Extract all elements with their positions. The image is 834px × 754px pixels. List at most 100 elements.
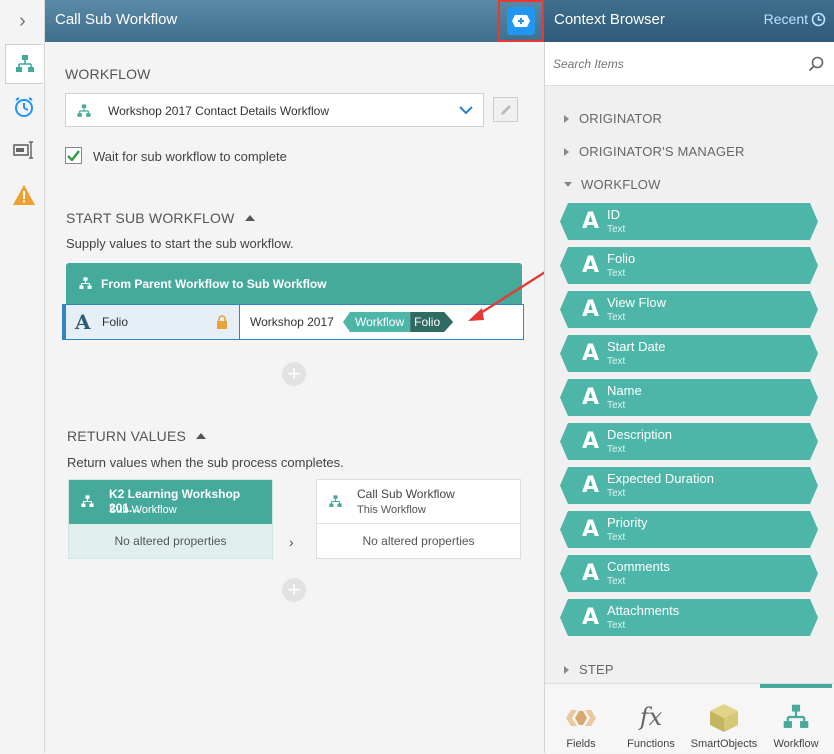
token-field: Folio: [410, 312, 453, 332]
workflow-tree-icon: [329, 495, 342, 507]
plus-icon: +: [287, 577, 301, 602]
item-type: Text: [607, 356, 626, 367]
text-type-icon: A: [582, 429, 600, 454]
expand-chevron-icon[interactable]: ›: [0, 0, 45, 42]
context-item-folio[interactable]: A Folio Text: [560, 247, 818, 284]
search-input[interactable]: [553, 52, 798, 76]
add-mapping-button[interactable]: +: [282, 362, 306, 386]
text-type-icon: A: [582, 209, 600, 234]
context-item-attachments[interactable]: A Attachments Text: [560, 599, 818, 636]
item-name: Expected Duration: [607, 471, 714, 486]
wait-checkbox[interactable]: [65, 147, 82, 164]
recent-label: Recent: [763, 11, 808, 27]
chevron-right-icon: ›: [289, 534, 294, 550]
collapse-up-icon: [196, 433, 207, 439]
tab-fields[interactable]: Fields: [545, 684, 617, 754]
section-originator[interactable]: ORIGINATOR: [564, 111, 662, 126]
text-type-icon: A: [582, 341, 600, 366]
function-icon: fx: [639, 703, 663, 731]
item-name: Comments: [607, 559, 670, 574]
folio-token[interactable]: Workflow Folio: [343, 312, 453, 332]
item-type: Text: [607, 312, 626, 323]
section-label: ORIGINATOR'S MANAGER: [579, 144, 745, 159]
return-values-section[interactable]: RETURN VALUES: [67, 428, 207, 444]
tab-label: Fields: [566, 738, 596, 750]
return-card-header: K2 Learning Workshop 201... Sub Workflow: [69, 480, 272, 524]
return-values-label: RETURN VALUES: [67, 428, 187, 444]
workflow-tree-icon: [783, 704, 809, 728]
context-item-name[interactable]: A Name Text: [560, 379, 818, 416]
mapping-row: A Folio Workshop 2017 Workflow Folio: [62, 304, 524, 340]
token-source: Workflow: [343, 312, 411, 332]
checkmark-icon: [67, 150, 80, 161]
timer-icon[interactable]: [5, 87, 43, 127]
text-type-icon: A: [582, 561, 600, 586]
add-return-value-button[interactable]: +: [282, 578, 306, 602]
item-type: Text: [607, 400, 626, 411]
section-workflow[interactable]: WORKFLOW: [564, 177, 661, 192]
start-sub-desc: Supply values to start the sub workflow.: [66, 236, 294, 251]
item-type: Text: [607, 576, 626, 587]
workflow-select[interactable]: Workshop 2017 Contact Details Workflow: [65, 93, 484, 127]
tab-label: Functions: [627, 738, 675, 750]
text-type-icon: A: [582, 385, 600, 410]
chevron-down-icon: [459, 106, 473, 115]
context-item-priority[interactable]: A Priority Text: [560, 511, 818, 548]
context-item-view-flow[interactable]: A View Flow Text: [560, 291, 818, 328]
warning-icon[interactable]: [5, 175, 43, 215]
return-card-body: No altered properties: [362, 534, 475, 548]
text-type-icon: A: [582, 605, 600, 630]
left-rail: ›: [0, 0, 45, 753]
context-browser-header: Context Browser Recent: [544, 0, 834, 42]
tab-label: Workflow: [773, 738, 819, 750]
text-type-icon: A: [582, 297, 600, 322]
item-name: Start Date: [607, 339, 666, 354]
form-field-icon[interactable]: [5, 130, 43, 170]
context-item-description[interactable]: A Description Text: [560, 423, 818, 460]
context-browser-tabs: Fields fx Functions SmartObjects Workflo…: [545, 683, 834, 753]
context-item-expected-duration[interactable]: A Expected Duration Text: [560, 467, 818, 504]
mapping-card-header: From Parent Workflow to Sub Workflow: [66, 263, 522, 304]
collapse-up-icon: [244, 215, 255, 221]
plus-icon: +: [287, 361, 301, 386]
expand-right-icon: [564, 665, 569, 674]
tab-workflow[interactable]: Workflow: [760, 684, 832, 754]
smartobject-cube-icon: [710, 704, 738, 732]
add-context-icon: [507, 7, 535, 35]
context-browser-title: Context Browser: [554, 11, 665, 28]
item-type: Text: [607, 224, 626, 235]
tab-functions[interactable]: fx Functions: [615, 684, 687, 754]
context-item-comments[interactable]: A Comments Text: [560, 555, 818, 592]
edit-workflow-button[interactable]: [493, 97, 518, 122]
start-sub-section[interactable]: START SUB WORKFLOW: [66, 210, 255, 226]
text-type-icon: A: [75, 310, 91, 334]
pencil-icon: [500, 104, 511, 115]
clock-icon: [811, 12, 826, 26]
workflow-tree-icon: [79, 277, 92, 289]
section-label: ORIGINATOR: [579, 111, 663, 126]
text-type-icon: A: [582, 517, 600, 542]
return-card-this-workflow[interactable]: Call Sub Workflow This Workflow No alter…: [316, 479, 521, 559]
mapping-card-title: From Parent Workflow to Sub Workflow: [101, 277, 327, 291]
section-originators-manager[interactable]: ORIGINATOR'S MANAGER: [564, 144, 745, 159]
workflow-section-label: WORKFLOW: [65, 66, 151, 82]
item-type: Text: [607, 444, 626, 455]
workflow-tree-icon[interactable]: [5, 44, 43, 84]
toggle-context-browser-button[interactable]: [498, 0, 544, 42]
section-step[interactable]: STEP: [564, 662, 614, 677]
return-values-desc: Return values when the sub process compl…: [67, 455, 344, 470]
section-label: WORKFLOW: [581, 177, 661, 192]
tab-smartobjects[interactable]: SmartObjects: [688, 684, 760, 754]
context-item-start-date[interactable]: A Start Date Text: [560, 335, 818, 372]
item-name: Description: [607, 427, 673, 442]
item-type: Text: [607, 488, 626, 499]
return-card-sub-workflow[interactable]: K2 Learning Workshop 201... Sub Workflow…: [68, 479, 273, 559]
context-item-id[interactable]: A ID Text: [560, 203, 818, 240]
return-card-title: Call Sub Workflow: [357, 487, 455, 501]
context-search: [545, 42, 834, 86]
return-card-body: No altered properties: [114, 534, 227, 548]
search-icon[interactable]: [808, 56, 824, 72]
expand-right-icon: [564, 147, 569, 156]
recent-button[interactable]: Recent: [764, 11, 826, 27]
expand-right-icon: [564, 114, 569, 123]
